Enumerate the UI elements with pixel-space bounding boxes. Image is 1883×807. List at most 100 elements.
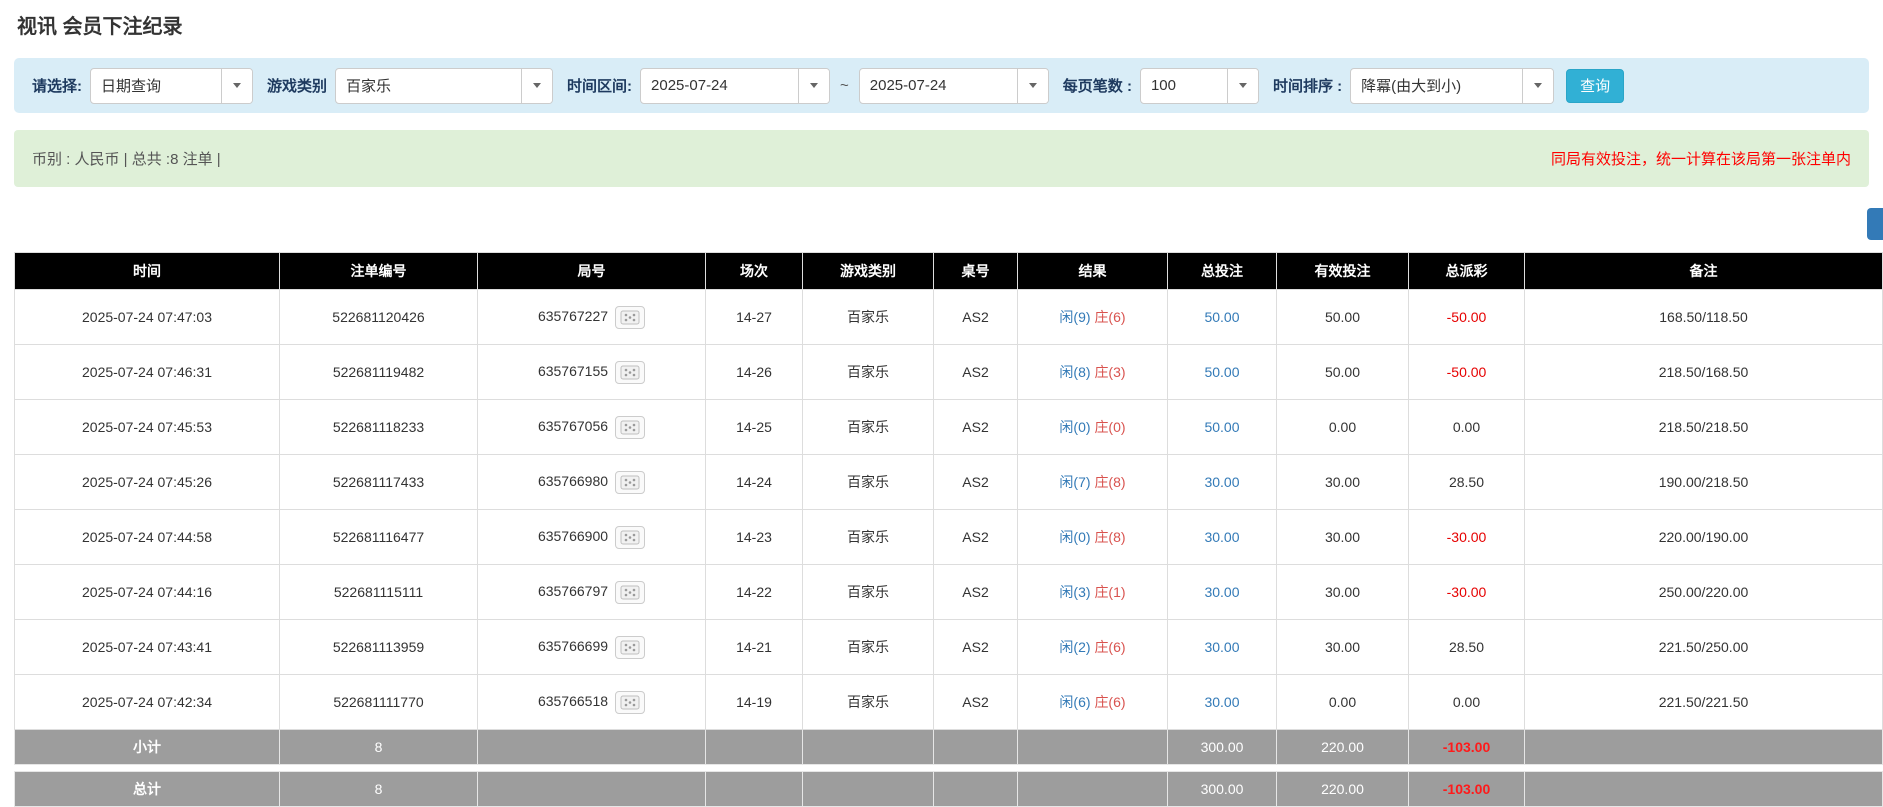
player-result: 闲(8)	[1059, 364, 1090, 380]
cell-result: 闲(9) 庄(6)	[1018, 290, 1168, 345]
player-result: 闲(3)	[1059, 584, 1090, 600]
cell-game-type: 百家乐	[803, 345, 934, 400]
cell-total-bet: 30.00	[1168, 455, 1277, 510]
game-type-select[interactable]: 百家乐	[335, 68, 553, 104]
total-bet-link[interactable]: 50.00	[1204, 309, 1239, 325]
total-empty	[1018, 772, 1168, 807]
caret-glyph	[1534, 83, 1542, 88]
cell-total-bet: 50.00	[1168, 290, 1277, 345]
query-type-select[interactable]: 日期查询	[90, 68, 253, 104]
cell-bet-id: 522681113959	[280, 620, 478, 675]
dice-icon[interactable]	[615, 471, 645, 494]
subtotal-total-bet: 300.00	[1168, 730, 1277, 765]
cell-round: 635766797	[478, 565, 706, 620]
col-total-bet: 总投注	[1168, 253, 1277, 290]
cell-round: 635767155	[478, 345, 706, 400]
cell-result: 闲(3) 庄(1)	[1018, 565, 1168, 620]
cell-bet-id: 522681115111	[280, 565, 478, 620]
cell-payout: 28.50	[1409, 620, 1525, 675]
chevron-down-icon[interactable]	[521, 69, 552, 103]
player-result: 闲(9)	[1059, 309, 1090, 325]
cell-bet-id: 522681117433	[280, 455, 478, 510]
sort-value: 降冪(由大到小)	[1351, 69, 1522, 103]
dice-icon[interactable]	[615, 581, 645, 604]
cell-payout: 0.00	[1409, 400, 1525, 455]
chevron-down-icon[interactable]	[798, 69, 829, 103]
info-bar: 币别 : 人民币 | 总共 :8 注单 | 同局有效投注，统一计算在该局第一张注…	[14, 130, 1869, 187]
date-from-input[interactable]: 2025-07-24	[640, 68, 830, 104]
total-bet-link[interactable]: 30.00	[1204, 529, 1239, 545]
date-to-input[interactable]: 2025-07-24	[859, 68, 1049, 104]
cell-result: 闲(6) 庄(6)	[1018, 675, 1168, 730]
cell-remark: 190.00/218.50	[1525, 455, 1883, 510]
total-bet-link[interactable]: 30.00	[1204, 639, 1239, 655]
table-row: 2025-07-24 07:42:34522681111770635766518…	[15, 675, 1883, 730]
subtotal-empty	[803, 730, 934, 765]
sort-select[interactable]: 降冪(由大到小)	[1350, 68, 1554, 104]
cell-bet-id: 522681119482	[280, 345, 478, 400]
caret-glyph	[810, 83, 818, 88]
cell-valid-bet: 30.00	[1277, 565, 1409, 620]
chevron-down-icon[interactable]	[1522, 69, 1553, 103]
cell-result: 闲(7) 庄(8)	[1018, 455, 1168, 510]
cell-table-no: AS2	[934, 510, 1018, 565]
col-session: 场次	[706, 253, 803, 290]
dice-icon[interactable]	[615, 361, 645, 384]
payout-value: -50.00	[1447, 309, 1487, 325]
total-bet-link[interactable]: 30.00	[1204, 694, 1239, 710]
chevron-down-icon[interactable]	[1227, 69, 1258, 103]
cell-bet-id: 522681120426	[280, 290, 478, 345]
banker-result: 庄(6)	[1094, 639, 1125, 655]
cell-result: 闲(2) 庄(6)	[1018, 620, 1168, 675]
total-bet-link[interactable]: 50.00	[1204, 364, 1239, 380]
cell-game-type: 百家乐	[803, 455, 934, 510]
cell-total-bet: 50.00	[1168, 400, 1277, 455]
table-row: 2025-07-24 07:45:53522681118233635767056…	[15, 400, 1883, 455]
dice-icon[interactable]	[615, 691, 645, 714]
cell-remark: 168.50/118.50	[1525, 290, 1883, 345]
banker-result: 庄(3)	[1094, 364, 1125, 380]
dice-icon[interactable]	[615, 306, 645, 329]
table-header-row: 时间 注单编号 局号 场次 游戏类别 桌号 结果 总投注 有效投注 总派彩 备注	[15, 253, 1883, 290]
chevron-down-icon[interactable]	[221, 69, 252, 103]
dice-icon[interactable]	[615, 526, 645, 549]
query-type-value: 日期查询	[91, 69, 221, 103]
cell-payout: -30.00	[1409, 565, 1525, 620]
query-button[interactable]: 查询	[1566, 69, 1624, 103]
total-bet-link[interactable]: 50.00	[1204, 419, 1239, 435]
col-time: 时间	[15, 253, 280, 290]
dice-icon[interactable]	[615, 636, 645, 659]
cell-time: 2025-07-24 07:45:26	[15, 455, 280, 510]
total-empty	[803, 772, 934, 807]
cell-table-no: AS2	[934, 620, 1018, 675]
total-bet-link[interactable]: 30.00	[1204, 584, 1239, 600]
cell-bet-id: 522681116477	[280, 510, 478, 565]
dice-icon[interactable]	[615, 416, 645, 439]
table-row: 2025-07-24 07:45:26522681117433635766980…	[15, 455, 1883, 510]
chevron-down-icon[interactable]	[1017, 69, 1048, 103]
banker-result: 庄(1)	[1094, 584, 1125, 600]
cell-payout: -50.00	[1409, 290, 1525, 345]
cell-remark: 220.00/190.00	[1525, 510, 1883, 565]
subtotal-empty	[1018, 730, 1168, 765]
cell-table-no: AS2	[934, 345, 1018, 400]
payout-value: 28.50	[1449, 639, 1484, 655]
col-remark: 备注	[1525, 253, 1883, 290]
player-result: 闲(7)	[1059, 474, 1090, 490]
export-button-partial[interactable]	[1867, 208, 1883, 240]
payout-value: -50.00	[1447, 364, 1487, 380]
cell-round: 635767227	[478, 290, 706, 345]
cell-session: 14-27	[706, 290, 803, 345]
col-game-type: 游戏类别	[803, 253, 934, 290]
total-bet-link[interactable]: 30.00	[1204, 474, 1239, 490]
cell-payout: 28.50	[1409, 455, 1525, 510]
cell-result: 闲(8) 庄(3)	[1018, 345, 1168, 400]
payout-value: -30.00	[1447, 584, 1487, 600]
player-result: 闲(0)	[1059, 419, 1090, 435]
cell-remark: 218.50/218.50	[1525, 400, 1883, 455]
per-page-select[interactable]: 100	[1140, 68, 1259, 104]
cell-table-no: AS2	[934, 565, 1018, 620]
page-title: 视讯 会员下注纪录	[17, 10, 183, 39]
subtotal-count: 8	[280, 730, 478, 765]
total-row: 总计 8 300.00 220.00 -103.00	[15, 772, 1883, 807]
